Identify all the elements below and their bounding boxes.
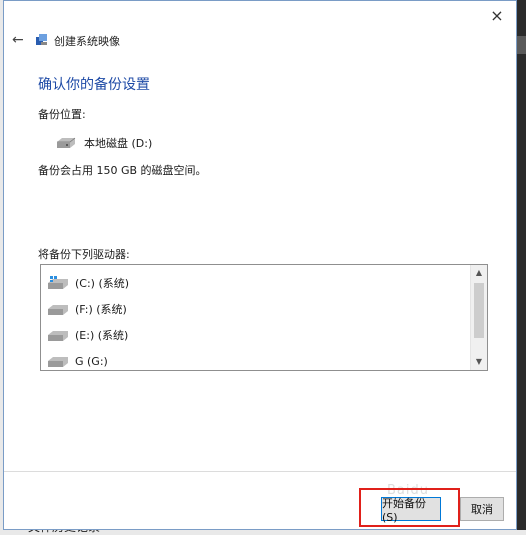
scroll-down-arrow-icon[interactable]: ▼ (471, 354, 487, 370)
list-item-label: (C:) (系统) (75, 277, 130, 290)
close-button[interactable]: × (488, 7, 506, 25)
dialog-title: 创建系统映像 (54, 35, 120, 48)
list-item[interactable]: (C:) (系统) (47, 272, 129, 294)
list-item-label: (E:) (系统) (75, 329, 129, 342)
background-window-stripe (516, 36, 526, 54)
list-item[interactable]: G (G:) (47, 350, 108, 370)
footer-divider (4, 471, 516, 472)
cancel-button[interactable]: 取消 (460, 497, 504, 521)
list-scrollbar[interactable]: ▲ ▼ (470, 265, 487, 370)
list-item[interactable]: (E:) (系统) (47, 324, 128, 346)
system-image-dialog: × ← 创建系统映像 确认你的备份设置 备份位置: 本地磁盘 (D:) 备份会占… (3, 0, 517, 530)
backup-drive-label: 本地磁盘 (D:) (84, 137, 153, 150)
space-required-text: 备份会占用 150 GB 的磁盘空间。 (38, 164, 207, 177)
disk-icon (48, 357, 68, 367)
disk-icon (48, 331, 68, 341)
scroll-thumb[interactable] (474, 283, 484, 338)
backup-location-label: 备份位置: (38, 108, 86, 121)
highlight-annotation (359, 488, 460, 527)
disk-icon (48, 305, 68, 315)
list-item[interactable]: (F:) (系统) (47, 298, 127, 320)
backup-location-row: 本地磁盘 (D:) (56, 135, 152, 151)
drives-list[interactable]: (C:) (系统) (F:) (系统) (E:) (系统) G (G:) ▲ ▼ (40, 264, 488, 371)
drives-list-label: 将备份下列驱动器: (38, 248, 130, 261)
background-window-edge (516, 0, 526, 530)
list-item-label: (F:) (系统) (75, 303, 127, 316)
page-heading: 确认你的备份设置 (38, 77, 150, 93)
list-item-label: G (G:) (75, 354, 108, 368)
back-arrow-icon[interactable]: ← (12, 32, 28, 48)
disk-icon (57, 137, 76, 148)
scroll-up-arrow-icon[interactable]: ▲ (471, 265, 487, 281)
backup-app-icon (36, 34, 47, 45)
windows-disk-icon (48, 276, 68, 289)
